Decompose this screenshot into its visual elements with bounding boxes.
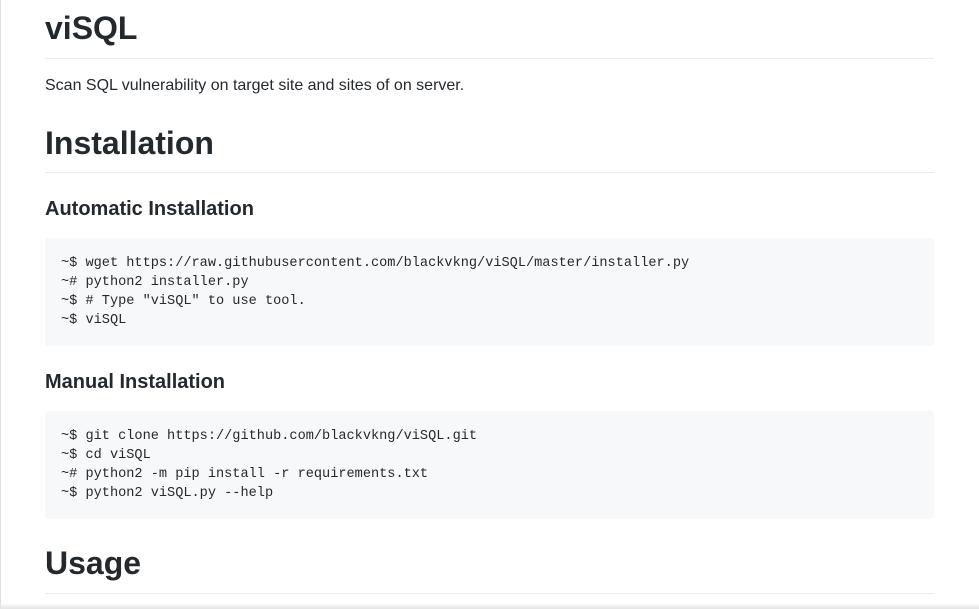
code-line[interactable]: ~$ cd viSQL (61, 446, 918, 465)
content-left-border (0, 0, 1, 609)
manual-installation-heading: Manual Installation (45, 371, 226, 393)
code-line[interactable]: ~$ # Type "viSQL" to use tool. (61, 292, 918, 311)
page-title: viSQL (45, 10, 138, 46)
code-line[interactable]: ~# python2 installer.py (61, 273, 918, 292)
code-line[interactable]: ~$ wget https://raw.githubusercontent.co… (61, 254, 918, 273)
usage-heading: Usage (45, 545, 142, 581)
code-line[interactable]: ~$ git clone https://github.com/blackvkn… (61, 427, 918, 446)
code-line[interactable]: ~$ python2 viSQL.py --help (61, 484, 918, 503)
usage-divider (45, 593, 934, 594)
title-divider (45, 58, 934, 59)
project-description: Scan SQL vulnerability on target site an… (45, 77, 465, 94)
automatic-installation-heading: Automatic Installation (45, 198, 254, 220)
bottom-scroll-shadow (0, 603, 979, 609)
code-line[interactable]: ~$ viSQL (61, 311, 918, 330)
code-line[interactable]: ~# python2 -m pip install -r requirement… (61, 465, 918, 484)
installation-divider (45, 172, 934, 173)
installation-heading: Installation (45, 125, 214, 161)
automatic-install-code-block[interactable]: ~$ wget https://raw.githubusercontent.co… (45, 238, 934, 346)
manual-install-code-block[interactable]: ~$ git clone https://github.com/blackvkn… (45, 411, 934, 519)
